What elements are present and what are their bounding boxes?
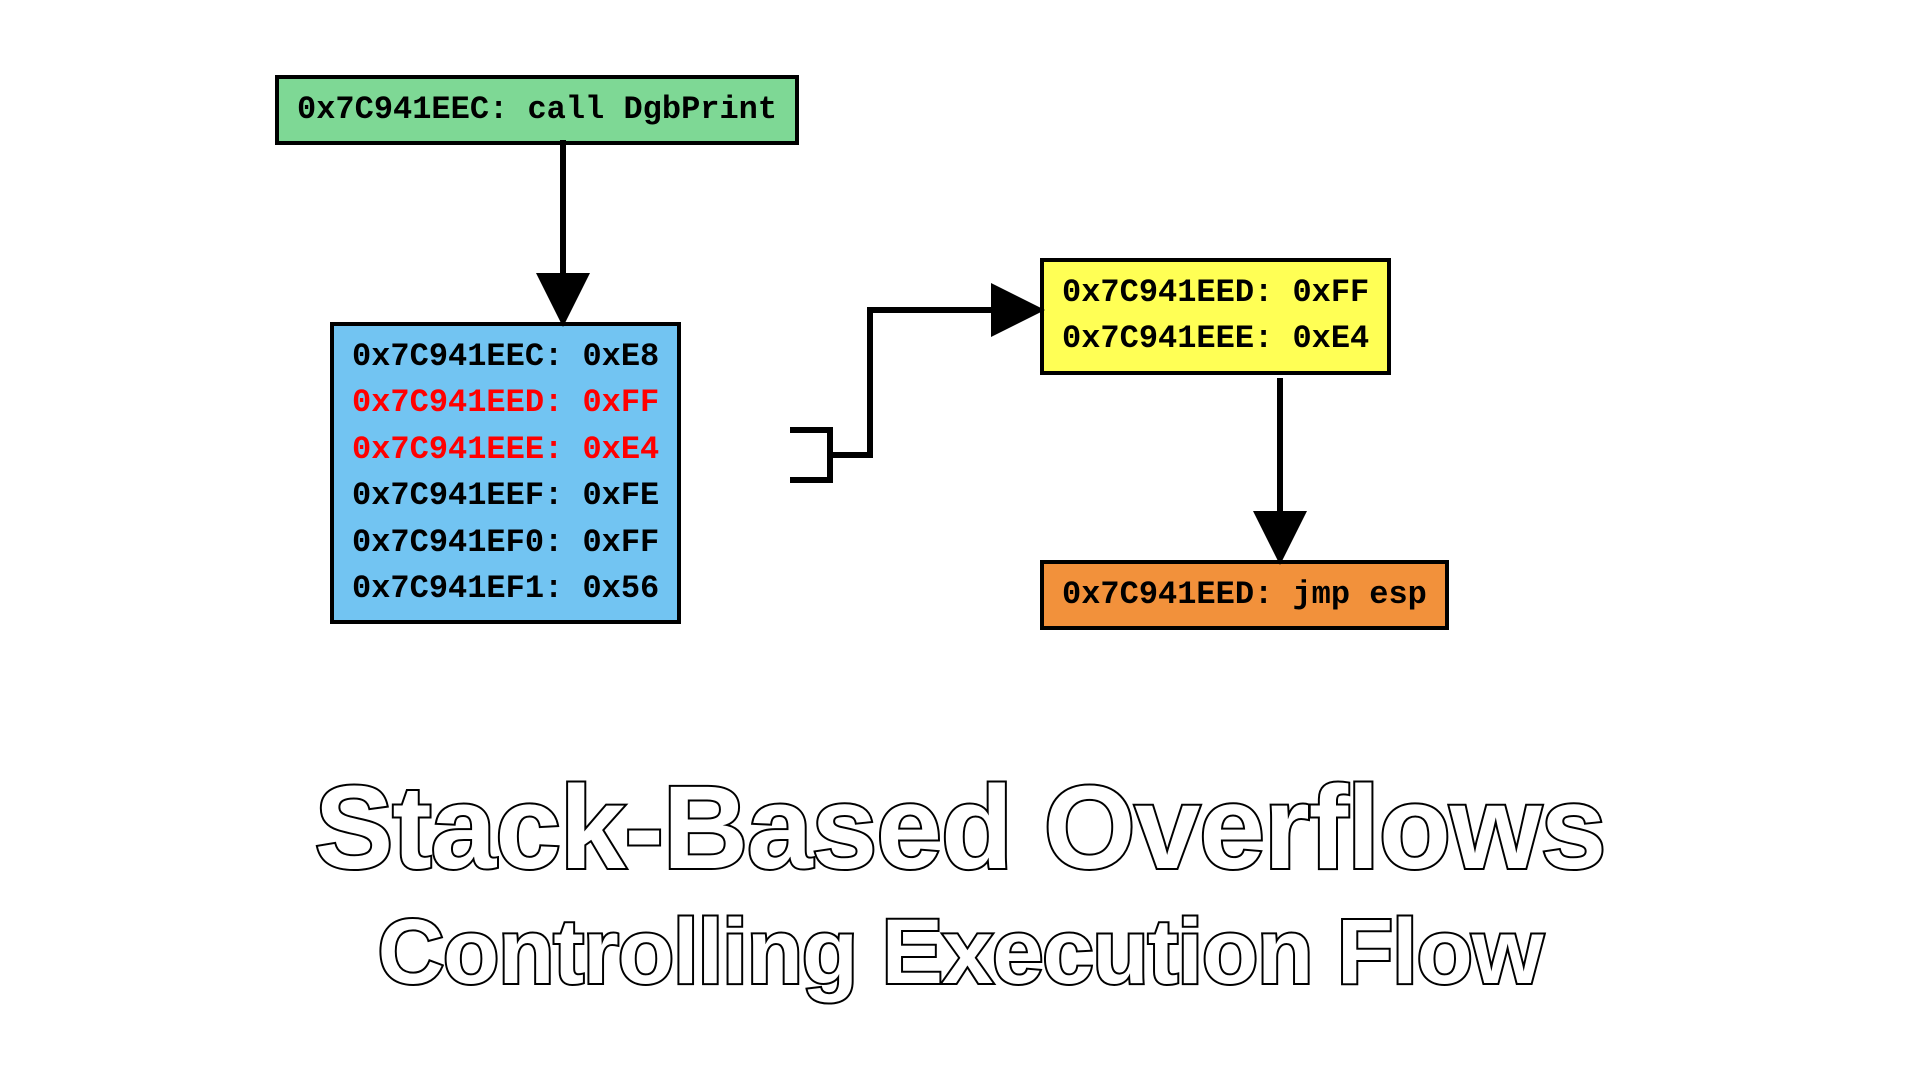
opcode-row: 0x7C941EEC: 0xE8 [352,334,659,380]
box-jmp-esp: 0x7C941EED: jmp esp [1040,560,1449,630]
opcode-row: 0x7C941EEE: 0xE4 [352,427,659,473]
title-text-2: Controlling Execution Flow [378,901,1543,1003]
box-call-dbgprint: 0x7C941EEC: call DgbPrint [275,75,799,145]
title-text-1: Stack-Based Overflows [315,762,1606,894]
diagram-stage: 0x7C941EEC: call DgbPrint 0x7C941EEC: 0x… [0,0,1920,1080]
title-line-1: Stack-Based Overflows [0,760,1920,896]
box-jmp-text: 0x7C941EED: jmp esp [1062,576,1427,613]
title-line-2: Controlling Execution Flow [0,900,1920,1005]
selected-row: 0x7C941EED: 0xFF [1062,270,1369,316]
opcode-row: 0x7C941EED: 0xFF [352,380,659,426]
opcode-row: 0x7C941EF1: 0x56 [352,566,659,612]
opcode-row: 0x7C941EF0: 0xFF [352,520,659,566]
arrow-blue-to-yellow [790,310,1036,480]
box-selected-bytes: 0x7C941EED: 0xFF 0x7C941EEE: 0xE4 [1040,258,1391,375]
opcode-row: 0x7C941EEF: 0xFE [352,473,659,519]
box-opcode-bytes: 0x7C941EEC: 0xE8 0x7C941EED: 0xFF 0x7C94… [330,322,681,624]
selected-row: 0x7C941EEE: 0xE4 [1062,316,1369,362]
box-call-text: 0x7C941EEC: call DgbPrint [297,91,777,128]
